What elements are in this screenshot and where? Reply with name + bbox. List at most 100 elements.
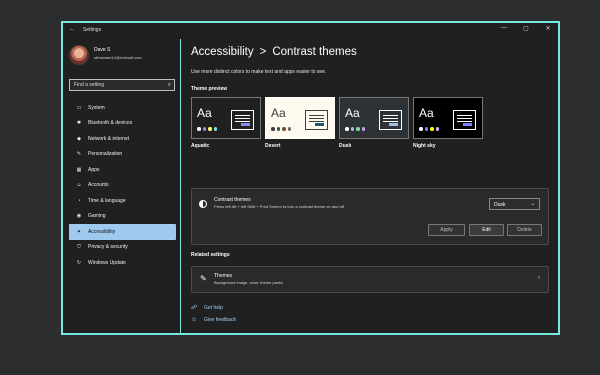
color-dot [435,127,439,131]
sidebar-item-label: Privacy & security [88,244,128,251]
theme-card[interactable]: Aa [339,97,409,139]
back-arrow-icon[interactable]: ← [69,26,75,32]
color-dot [197,127,201,131]
contrast-themes-description: Press left Alt + left Shift + Print Scre… [214,204,344,209]
theme-sample-text: Aa [271,106,286,120]
theme-name: Desert [265,143,281,149]
avatar[interactable] [69,45,89,65]
search-input[interactable]: Find a setting ⌕ [69,79,175,91]
close-icon[interactable]: ✕ [544,25,552,32]
related-settings-label: Related settings [191,252,230,258]
contrast-theme-select[interactable]: Dusk ⌄ [489,198,540,210]
color-dot [430,127,434,131]
color-dot [345,127,349,131]
sidebar-item-apps[interactable]: ▦ Apps [69,162,176,178]
wifi-icon: ◆ [77,135,81,142]
sidebar-item-label: Gaming [88,213,106,220]
themes-title: Themes [214,273,233,279]
refresh-icon: ↻ [76,259,82,266]
give-feedback-link[interactable]: ☺ Give feedback [191,317,236,323]
sidebar-item-label: Accounts [88,182,109,189]
sidebar-item-bluetooth[interactable]: ✱ Bluetooth & devices [69,116,176,132]
sidebar-item-windows-update[interactable]: ↻ Windows Update [69,255,176,271]
theme-sample-text: Aa [197,106,212,120]
delete-button[interactable]: Delete [507,224,542,236]
theme-option-desert[interactable]: Aa Desert [265,97,335,149]
brush-icon: ✎ [200,274,207,283]
get-help-label: Get help [204,304,223,311]
theme-color-dots [271,127,291,131]
window-preview-icon [453,110,476,130]
breadcrumb: Accessibility > Contrast themes [191,46,357,58]
window-controls: — ▢ ✕ [500,25,552,32]
give-feedback-label: Give feedback [204,317,236,323]
minimize-icon[interactable]: — [500,25,508,32]
sidebar-item-network[interactable]: ◆ Network & internet [69,131,176,147]
edit-button[interactable]: Edit [469,224,504,236]
sidebar-item-accounts[interactable]: ☺ Accounts [69,178,176,194]
color-dot [202,127,206,131]
sidebar-item-label: Accessibility [88,228,116,235]
color-dot [271,127,275,131]
search-icon: ⌕ [167,82,171,88]
bluetooth-icon: ✱ [76,120,82,127]
select-value: Dusk [494,202,506,208]
theme-preview-label: Theme preview [191,86,228,92]
color-dot [276,127,280,131]
search-placeholder: Find a setting [74,82,105,88]
window-title: Settings [83,27,102,33]
user-name: Dave S [94,47,111,53]
accessibility-icon: ✦ [76,228,82,235]
themes-row[interactable]: ✎ Themes Background image, color, theme … [191,266,549,293]
theme-option-night-sky[interactable]: Aa Night sky [413,97,483,149]
sidebar-item-personalization[interactable]: ✎ Personalization [69,147,176,163]
theme-color-dots [345,127,365,131]
sidebar-item-system[interactable]: ▭ System [69,100,176,116]
window-preview-icon [379,110,402,130]
get-help-link[interactable]: ☍ Get help [191,304,223,312]
theme-color-dots [419,127,439,131]
sidebar-item-label: Time & language [88,197,126,204]
help-icon: ☍ [191,305,198,311]
theme-option-aquatic[interactable]: Aa Aquatic [191,97,261,149]
clock-icon: ◔ [77,197,81,204]
sidebar-item-accessibility[interactable]: ✦ Accessibility [69,224,176,240]
chevron-right-icon: › [538,275,540,281]
contrast-themes-panel: Contrast themes Press left Alt + left Sh… [191,188,549,245]
theme-card[interactable]: Aa [191,97,261,139]
color-dot [213,127,217,131]
theme-name: Dusk [339,143,352,149]
window-preview-icon [231,110,254,130]
color-dot [419,127,423,131]
theme-sample-text: Aa [345,106,360,120]
monitor-icon: ▭ [76,104,82,111]
theme-option-dusk[interactable]: Aa Dusk [339,97,409,149]
apply-button[interactable]: Apply [428,224,465,236]
sidebar-item-gaming[interactable]: ◉ Gaming [69,209,176,225]
color-dot [356,127,360,131]
theme-card[interactable]: Aa [413,97,483,139]
sidebar-item-time-language[interactable]: ◔ Time & language [69,193,176,209]
theme-name: Aquatic [191,143,210,149]
shield-icon: ⛉ [77,244,81,251]
breadcrumb-separator: > [259,46,267,58]
color-dot [350,127,354,131]
sidebar: Dave S sbhandari12@hotmail.com Find a se… [63,39,181,333]
theme-name: Night sky [413,143,436,149]
sidebar-item-label: Apps [88,166,100,173]
themes-description: Background image, color, theme packs [214,280,283,285]
person-icon: ☺ [76,182,82,189]
theme-card[interactable]: Aa [265,97,335,139]
window-preview-icon [305,110,328,130]
breadcrumb-parent[interactable]: Accessibility [191,46,254,58]
theme-sample-text: Aa [419,106,434,120]
title-bar: ← Settings — ▢ ✕ [63,23,558,39]
color-dot [282,127,286,131]
page-title: Contrast themes [272,46,357,58]
sidebar-nav: ▭ System ✱ Bluetooth & devices ◆ Network & … [69,100,176,271]
maximize-icon[interactable]: ▢ [522,25,530,32]
sidebar-item-privacy[interactable]: ⛉ Privacy & security [69,240,176,256]
chevron-down-icon: ⌄ [530,201,535,207]
theme-preview-list: Aa Aquatic Aa Desert Aa Dusk Aa Night sk… [191,97,483,149]
sidebar-item-label: System [88,104,105,111]
